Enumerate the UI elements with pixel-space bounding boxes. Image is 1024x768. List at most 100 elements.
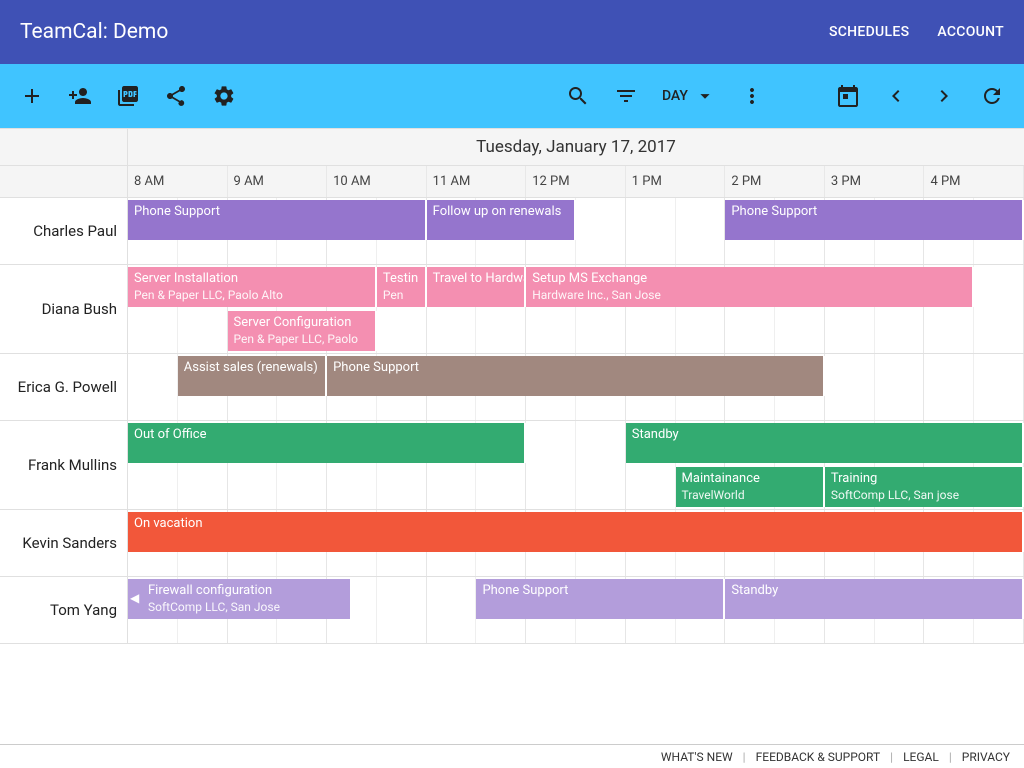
- event-title: Assist sales (renewals): [184, 360, 319, 377]
- view-selector-label: DAY: [662, 88, 688, 104]
- event-title: Server Configuration: [234, 315, 369, 332]
- share-icon: [164, 84, 188, 108]
- event[interactable]: Standby: [725, 579, 1024, 619]
- event[interactable]: Phone Support: [476, 579, 725, 619]
- search-icon: [566, 84, 590, 108]
- hour-label: 4 PM: [924, 166, 1024, 197]
- filter-icon: [614, 84, 638, 108]
- event[interactable]: Server InstallationPen & Paper LLC, Paol…: [128, 267, 377, 307]
- person-name: Charles Paul: [0, 198, 128, 264]
- track: Server InstallationPen & Paper LLC, Paol…: [128, 265, 1024, 309]
- titlebar: TeamCal: Demo SCHEDULES ACCOUNT: [0, 0, 1024, 64]
- event-subtitle: TravelWorld: [682, 488, 817, 504]
- track: Phone Support Follow up on renewals Phone …: [128, 198, 1024, 242]
- share-button[interactable]: [152, 72, 200, 120]
- filter-button[interactable]: [602, 72, 650, 120]
- schedule: Tuesday, January 17, 2017 8 AM9 AM10 AM1…: [0, 128, 1024, 644]
- person-row: Tom Yang◀Firewall configurationSoftComp …: [0, 577, 1024, 644]
- event-title: Travel to Hardware: [433, 271, 519, 288]
- event-subtitle: Hardware Inc., San Jose: [532, 288, 966, 304]
- track: Assist sales (renewals) Phone Support: [128, 354, 1024, 398]
- pdf-icon: [116, 84, 140, 108]
- event[interactable]: Travel to Hardware: [427, 267, 527, 307]
- event-title: Standby: [632, 427, 1016, 444]
- event-subtitle: Pen: [383, 288, 419, 304]
- event[interactable]: Out of Office: [128, 423, 526, 463]
- nav-account[interactable]: ACCOUNT: [937, 24, 1004, 40]
- hour-label: 8 AM: [128, 166, 228, 197]
- app-title: TeamCal: Demo: [20, 20, 168, 44]
- event-title: Server Installation: [134, 271, 369, 288]
- pdf-button[interactable]: [104, 72, 152, 120]
- chevron-right-icon: [932, 84, 956, 108]
- event-title: Maintainance: [682, 471, 817, 488]
- event-title: Standby: [731, 583, 1016, 600]
- event[interactable]: Standby: [626, 423, 1024, 463]
- event[interactable]: Phone Support: [128, 200, 427, 240]
- event-title: Firewall configuration: [148, 583, 344, 600]
- refresh-button[interactable]: [968, 72, 1016, 120]
- today-button[interactable]: [824, 72, 872, 120]
- more-button[interactable]: [728, 72, 776, 120]
- person-row: Erica G. PowellAssist sales (renewals)Ph…: [0, 354, 1024, 421]
- event[interactable]: Setup MS ExchangeHardware Inc., San Jose: [526, 267, 974, 307]
- hour-header: 8 AM9 AM10 AM11 AM12 PM1 PM2 PM3 PM4 PM: [0, 166, 1024, 198]
- footer: WHAT'S NEW | FEEDBACK & SUPPORT | LEGAL …: [0, 744, 1024, 768]
- event-subtitle: Pen & Paper LLC, Paolo: [234, 332, 369, 348]
- track: On vacation: [128, 510, 1024, 554]
- next-button[interactable]: [920, 72, 968, 120]
- person-tracks: ◀Firewall configurationSoftComp LLC, San…: [128, 577, 1024, 643]
- event[interactable]: TrainingSoftComp LLC, San jose: [825, 467, 1024, 507]
- search-button[interactable]: [554, 72, 602, 120]
- footer-legal[interactable]: LEGAL: [903, 750, 939, 764]
- hour-label: 10 AM: [327, 166, 427, 197]
- hour-label: 12 PM: [526, 166, 626, 197]
- nav-schedules[interactable]: SCHEDULES: [829, 24, 909, 40]
- event-title: Phone Support: [333, 360, 817, 377]
- event[interactable]: Follow up on renewals: [427, 200, 576, 240]
- footer-privacy[interactable]: PRIVACY: [962, 750, 1010, 764]
- prev-button[interactable]: [872, 72, 920, 120]
- event-title: On vacation: [134, 516, 1016, 533]
- track: ◀Firewall configurationSoftComp LLC, San…: [128, 577, 1024, 621]
- event[interactable]: MaintainanceTravelWorld: [676, 467, 825, 507]
- person-row: Diana BushServer InstallationPen & Paper…: [0, 265, 1024, 354]
- event[interactable]: Assist sales (renewals): [178, 356, 327, 396]
- schedule-rows: Charles Paul Phone Support Follow up on re…: [0, 198, 1024, 644]
- event-title: Follow up on renewals: [433, 204, 568, 221]
- track: Server ConfigurationPen & Paper LLC, Pao…: [128, 309, 1024, 353]
- event[interactable]: ◀Firewall configurationSoftComp LLC, San…: [128, 579, 352, 619]
- event[interactable]: TestinPen: [377, 267, 427, 307]
- event[interactable]: On vacation: [128, 512, 1024, 552]
- date-header: Tuesday, January 17, 2017: [0, 129, 1024, 166]
- person-row: Kevin SandersOn vacation: [0, 510, 1024, 577]
- chevron-left-icon: [884, 84, 908, 108]
- add-person-button[interactable]: [56, 72, 104, 120]
- person-tracks: Server Installation Pen & Paper LLC, Paol…: [128, 265, 1024, 353]
- person-row: Frank MullinsOut of Office Standby Maintai…: [0, 421, 1024, 510]
- settings-button[interactable]: [200, 72, 248, 120]
- toolbar: DAY: [0, 64, 1024, 128]
- plus-icon: [20, 84, 44, 108]
- titlebar-links: SCHEDULES ACCOUNT: [829, 24, 1004, 40]
- person-tracks: Out of Office Standby MaintainanceTravelWo…: [128, 421, 1024, 509]
- footer-feedback[interactable]: FEEDBACK & SUPPORT: [756, 750, 881, 764]
- calendar-today-icon: [836, 84, 860, 108]
- add-button[interactable]: [8, 72, 56, 120]
- dropdown-icon: [694, 85, 716, 107]
- event-subtitle: SoftComp LLC, San Jose: [148, 600, 344, 616]
- date-label: Tuesday, January 17, 2017: [128, 129, 1024, 165]
- event-title: Phone Support: [134, 204, 419, 221]
- refresh-icon: [980, 84, 1004, 108]
- view-selector[interactable]: DAY: [650, 72, 728, 120]
- gear-icon: [212, 84, 236, 108]
- footer-whatsnew[interactable]: WHAT'S NEW: [661, 750, 733, 764]
- person-tracks: Assist sales (renewals) Phone Support: [128, 354, 1024, 420]
- hour-label: 1 PM: [626, 166, 726, 197]
- person-name: Frank Mullins: [0, 421, 128, 509]
- event[interactable]: Phone Support: [725, 200, 1024, 240]
- hour-label: 11 AM: [427, 166, 527, 197]
- person-name: Tom Yang: [0, 577, 128, 643]
- event[interactable]: Server ConfigurationPen & Paper LLC, Pao…: [228, 311, 377, 351]
- event[interactable]: Phone Support: [327, 356, 825, 396]
